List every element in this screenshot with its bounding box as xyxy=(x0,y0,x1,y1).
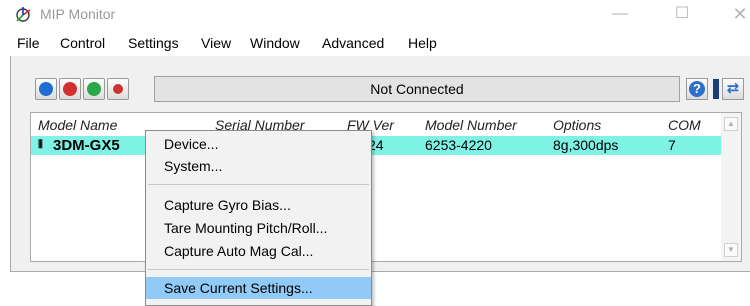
menu-view[interactable]: View xyxy=(201,35,231,51)
toolbar-separator xyxy=(713,79,719,99)
menu-item-save-current-settings[interactable]: Save Current Settings... xyxy=(146,277,371,299)
context-menu: Device... System... Capture Gyro Bias...… xyxy=(145,130,372,306)
stop-button[interactable] xyxy=(59,78,81,100)
app-icon xyxy=(16,7,31,22)
menu-item-capture-auto-mag-cal[interactable]: Capture Auto Mag Cal... xyxy=(146,240,371,262)
column-options[interactable]: Options xyxy=(553,117,601,133)
menu-bar: File Control Settings View Window Advanc… xyxy=(10,30,750,56)
device-list[interactable] xyxy=(30,112,742,262)
column-model-name[interactable]: Model Name xyxy=(38,117,117,133)
menu-item-device[interactable]: Device... xyxy=(146,133,371,155)
record-green-button[interactable] xyxy=(83,78,105,100)
menu-item-system[interactable]: System... xyxy=(146,155,371,177)
record-red-icon xyxy=(113,84,123,94)
play-icon xyxy=(39,82,53,96)
device-icon: ⦀ xyxy=(38,139,43,151)
refresh-button[interactable]: ⇄ xyxy=(722,78,744,100)
scroll-down-arrow[interactable]: ▼ xyxy=(724,243,738,257)
menu-settings[interactable]: Settings xyxy=(128,35,179,51)
menu-file[interactable]: File xyxy=(17,35,40,51)
column-com[interactable]: COM xyxy=(668,117,701,133)
cell-model-number: 6253-4220 xyxy=(425,137,492,153)
menu-item-tare-mounting[interactable]: Tare Mounting Pitch/Roll... xyxy=(146,217,371,239)
column-model-number[interactable]: Model Number xyxy=(425,117,517,133)
stop-icon xyxy=(63,82,77,96)
cell-com: 7 xyxy=(668,137,676,153)
list-scrollbar[interactable]: ▲ ▼ xyxy=(721,113,741,261)
maximize-button[interactable]: ☐ xyxy=(662,2,702,28)
play-button[interactable] xyxy=(35,78,57,100)
cell-options: 8g,300dps xyxy=(553,137,619,153)
menu-help[interactable]: Help xyxy=(408,35,437,51)
menu-advanced[interactable]: Advanced xyxy=(322,35,384,51)
help-icon: ? xyxy=(689,81,705,97)
menu-separator xyxy=(148,184,369,185)
record-red-button[interactable] xyxy=(107,78,129,100)
menu-item-capture-gyro-bias[interactable]: Capture Gyro Bias... xyxy=(146,194,371,216)
close-button[interactable]: ✕ xyxy=(720,2,750,28)
connection-status: Not Connected xyxy=(154,76,680,102)
minimize-button[interactable]: — xyxy=(600,2,640,28)
menu-window[interactable]: Window xyxy=(250,35,300,51)
help-button[interactable]: ? xyxy=(686,78,708,100)
scroll-up-arrow[interactable]: ▲ xyxy=(724,117,738,131)
menu-separator xyxy=(148,269,369,270)
cell-model-name: 3DM-GX5 xyxy=(53,137,120,154)
window-title: MIP Monitor xyxy=(40,6,116,22)
record-green-icon xyxy=(87,82,101,96)
menu-control[interactable]: Control xyxy=(60,35,105,51)
